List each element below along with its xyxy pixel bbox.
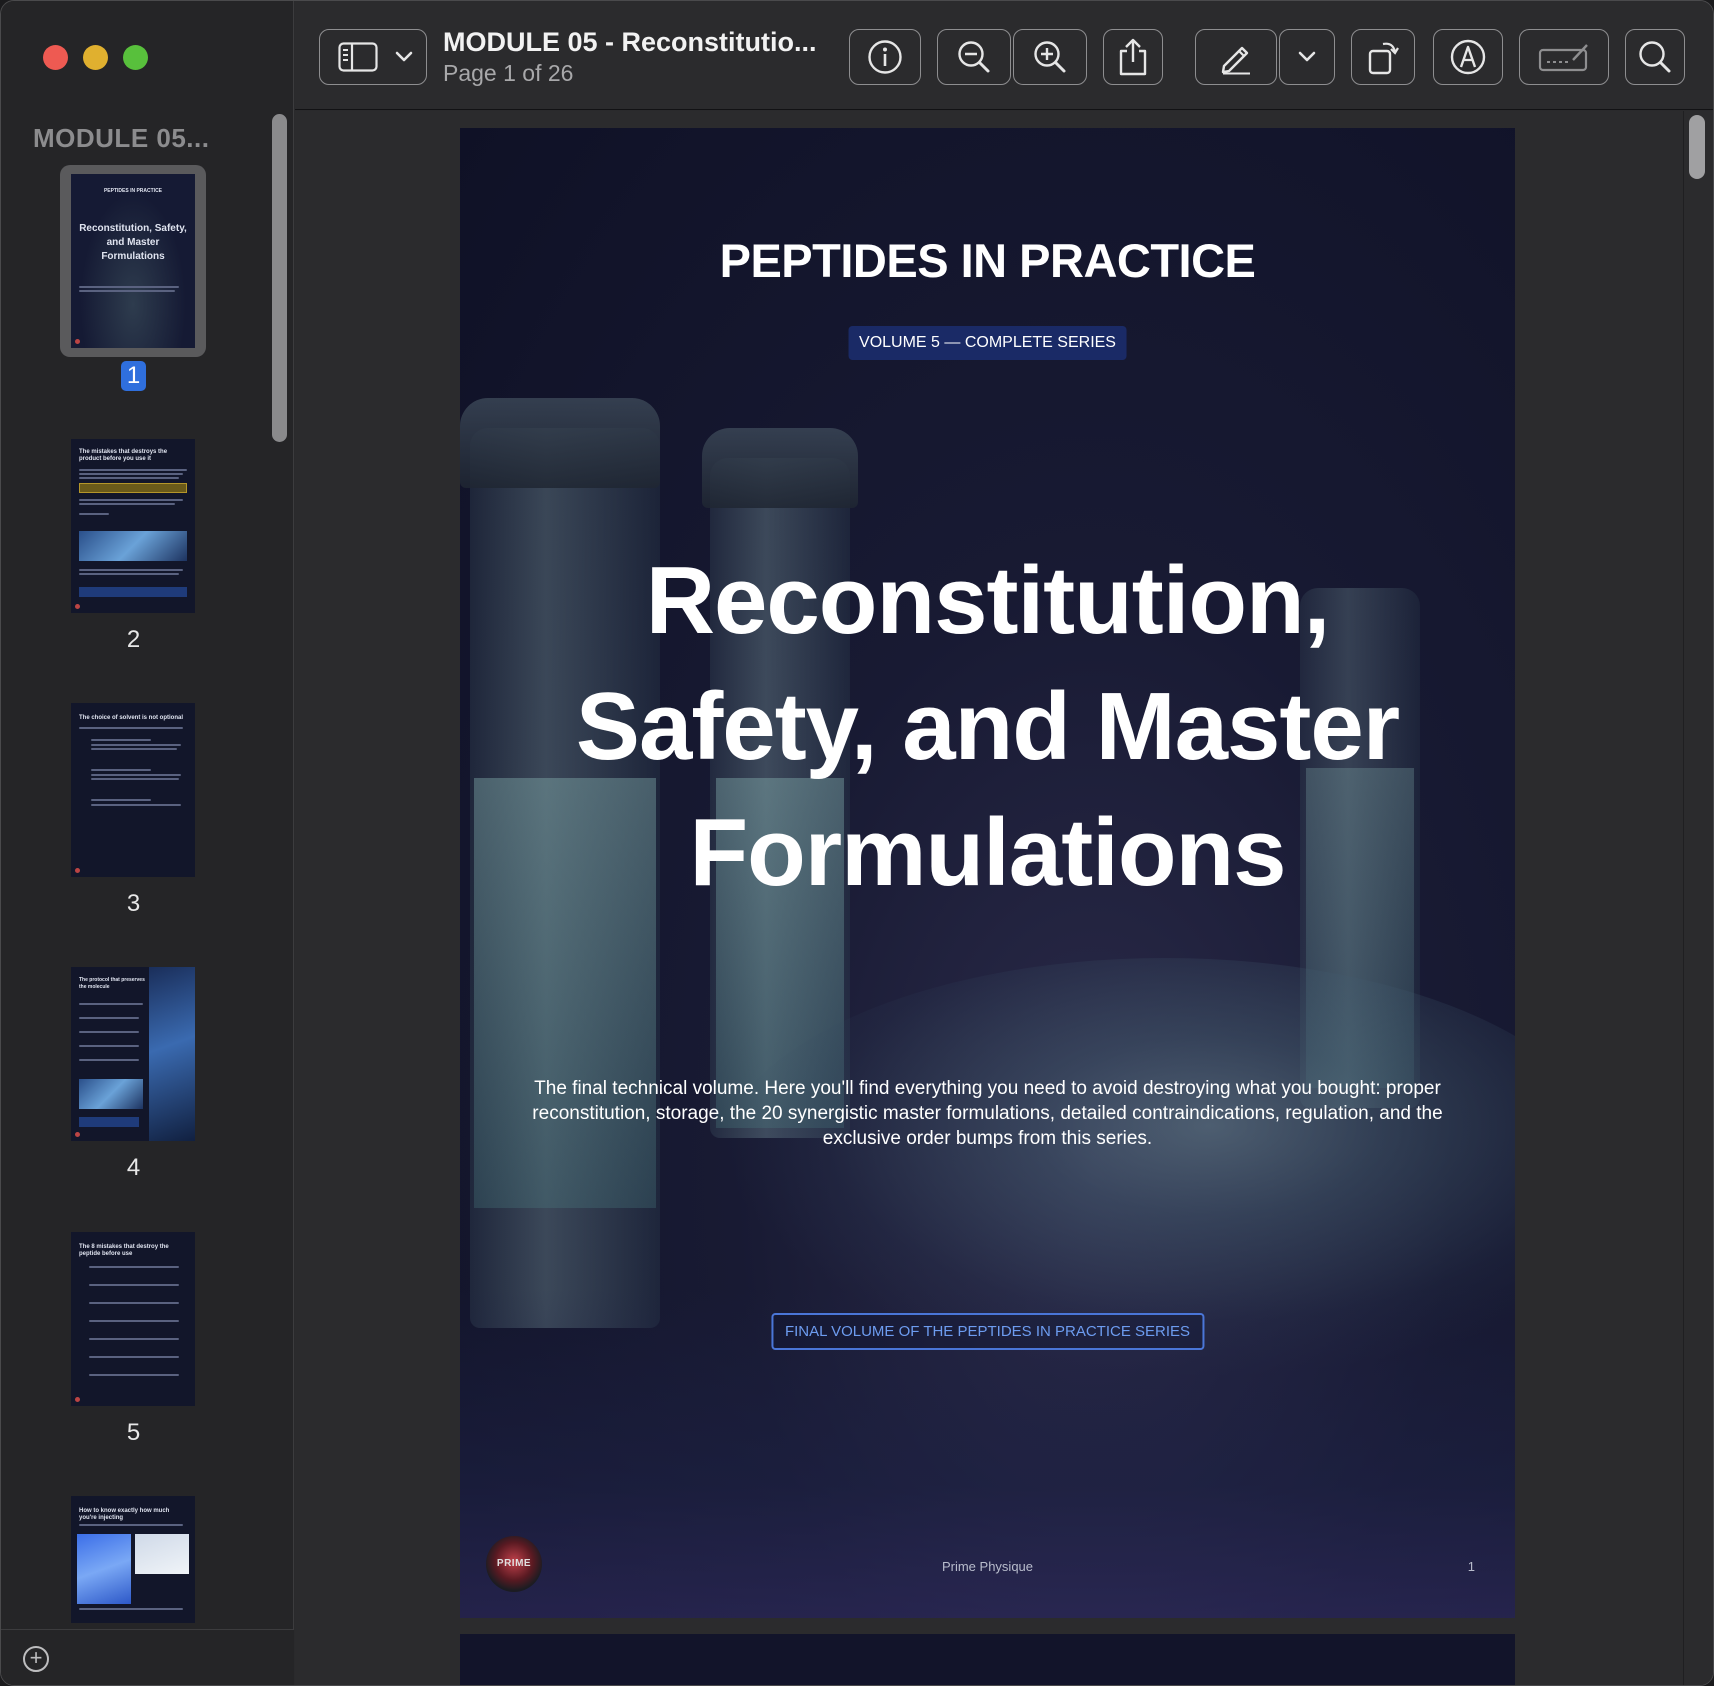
pdf-page-1: PEPTIDES IN PRACTICE VOLUME 5 — COMPLETE… bbox=[460, 128, 1515, 1618]
thumbnail-page-number: 5 bbox=[126, 1419, 141, 1446]
thumbnail-title: Reconstitution, Safety, and Master Formu… bbox=[79, 223, 187, 262]
thumbnail-page-number: 4 bbox=[126, 1154, 141, 1181]
thumbnail-image: The mistakes that destroys the product b… bbox=[71, 439, 195, 613]
page-title-line: Reconstitution, bbox=[645, 547, 1331, 654]
thumbnail-photo bbox=[79, 531, 187, 561]
page-title-line: Safety, and Master bbox=[575, 673, 1400, 780]
toolbar: MODULE 05 - Reconstitutio... Page 1 of 2… bbox=[295, 1, 1713, 110]
window-controls bbox=[43, 45, 148, 70]
series-tag: FINAL VOLUME OF THE PEPTIDES IN PRACTICE… bbox=[770, 1313, 1205, 1350]
zoom-out-button[interactable] bbox=[937, 29, 1011, 85]
thumbnail-list[interactable]: PEPTIDES IN PRACTICE Reconstitution, Saf… bbox=[1, 161, 266, 1623]
search-icon bbox=[1639, 41, 1671, 73]
markup-menu-button[interactable] bbox=[1279, 29, 1335, 85]
markup-button[interactable] bbox=[1195, 29, 1277, 85]
document-viewer[interactable]: PEPTIDES IN PRACTICE VOLUME 5 — COMPLETE… bbox=[295, 111, 1713, 1685]
sidebar-footer: + bbox=[1, 1629, 294, 1685]
document-scrollbar[interactable] bbox=[1689, 115, 1705, 179]
page-kicker: PEPTIDES IN PRACTICE bbox=[719, 234, 1256, 287]
thumbnail-kicker: PEPTIDES IN PRACTICE bbox=[103, 188, 163, 194]
sidebar-toggle-button[interactable] bbox=[319, 29, 427, 85]
info-icon bbox=[868, 40, 902, 74]
highlight-button[interactable] bbox=[1433, 29, 1503, 85]
signature-icon bbox=[1538, 44, 1588, 72]
thumbnail-page-number: 1 bbox=[1, 361, 266, 391]
search-button[interactable] bbox=[1625, 29, 1685, 85]
share-icon bbox=[1119, 38, 1147, 76]
zoom-in-icon bbox=[1034, 41, 1066, 73]
thumbnail-sidebar: MODULE 05... PEPTIDES IN PRACTICE Recons… bbox=[1, 1, 294, 1685]
volume-badge: VOLUME 5 — COMPLETE SERIES bbox=[848, 326, 1127, 360]
preview-window: MODULE 05... PEPTIDES IN PRACTICE Recons… bbox=[0, 0, 1714, 1686]
thumbnail-logo-dot bbox=[75, 339, 80, 344]
thumbnail-image: How to know exactly how much you're inje… bbox=[71, 1496, 195, 1623]
thumbnail-page-number: 3 bbox=[126, 890, 141, 917]
rotate-icon bbox=[1368, 42, 1399, 75]
thumbnail-title: How to know exactly how much you're inje… bbox=[79, 1508, 170, 1521]
footer-page-number: 1 bbox=[1467, 1559, 1475, 1574]
signature-button[interactable] bbox=[1519, 29, 1609, 85]
highlight-icon bbox=[1450, 39, 1486, 75]
thumbnail-title: The 8 mistakes that destroy the peptide … bbox=[79, 1244, 169, 1257]
minimize-window-button[interactable] bbox=[83, 45, 108, 70]
chevron-down-icon bbox=[1298, 51, 1316, 62]
sidebar-toggle-icon bbox=[338, 42, 378, 72]
thumbnail-image: The 8 mistakes that destroy the peptide … bbox=[71, 1232, 195, 1406]
close-window-button[interactable] bbox=[43, 45, 68, 70]
zoom-in-button[interactable] bbox=[1013, 29, 1087, 85]
scroll-track bbox=[1683, 111, 1713, 1685]
rotate-button[interactable] bbox=[1351, 29, 1415, 85]
add-page-icon[interactable]: + bbox=[23, 1646, 49, 1672]
info-button[interactable] bbox=[849, 29, 921, 85]
markup-pencil-icon bbox=[1221, 46, 1250, 75]
pdf-page-2-preview bbox=[460, 1634, 1515, 1685]
thumbnail-title: The protocol that preserves the molecule bbox=[79, 977, 145, 990]
thumbnail-page-number: 2 bbox=[126, 626, 141, 653]
thumbnail-image: The protocol that preserves the molecule bbox=[71, 967, 195, 1141]
page-title-line: Formulations bbox=[689, 799, 1286, 906]
document-title: MODULE 05 - Reconstitutio... bbox=[443, 27, 817, 57]
thumbnail-image: PEPTIDES IN PRACTICE Reconstitution, Saf… bbox=[71, 174, 195, 348]
thumbnail-text-line bbox=[79, 290, 175, 292]
sidebar-scrollbar[interactable] bbox=[272, 114, 287, 442]
thumbnail-text-line bbox=[79, 286, 179, 288]
thumbnail-title: The mistakes that destroys the product b… bbox=[79, 449, 168, 462]
zoom-window-button[interactable] bbox=[123, 45, 148, 70]
footer-brand: Prime Physique bbox=[941, 1559, 1034, 1574]
page-description: The final technical volume. Here you'll … bbox=[532, 1078, 1443, 1149]
zoom-out-icon bbox=[958, 41, 990, 73]
share-button[interactable] bbox=[1103, 29, 1163, 85]
chevron-down-icon bbox=[395, 51, 413, 62]
page-indicator: Page 1 of 26 bbox=[443, 60, 574, 86]
page-title: Reconstitution, Safety, and Master Formu… bbox=[460, 538, 1515, 916]
thumbnail-image: The choice of solvent is not optional bbox=[71, 703, 195, 877]
sidebar-document-title: MODULE 05... bbox=[33, 123, 210, 153]
thumbnail-title: The choice of solvent is not optional bbox=[79, 715, 184, 721]
